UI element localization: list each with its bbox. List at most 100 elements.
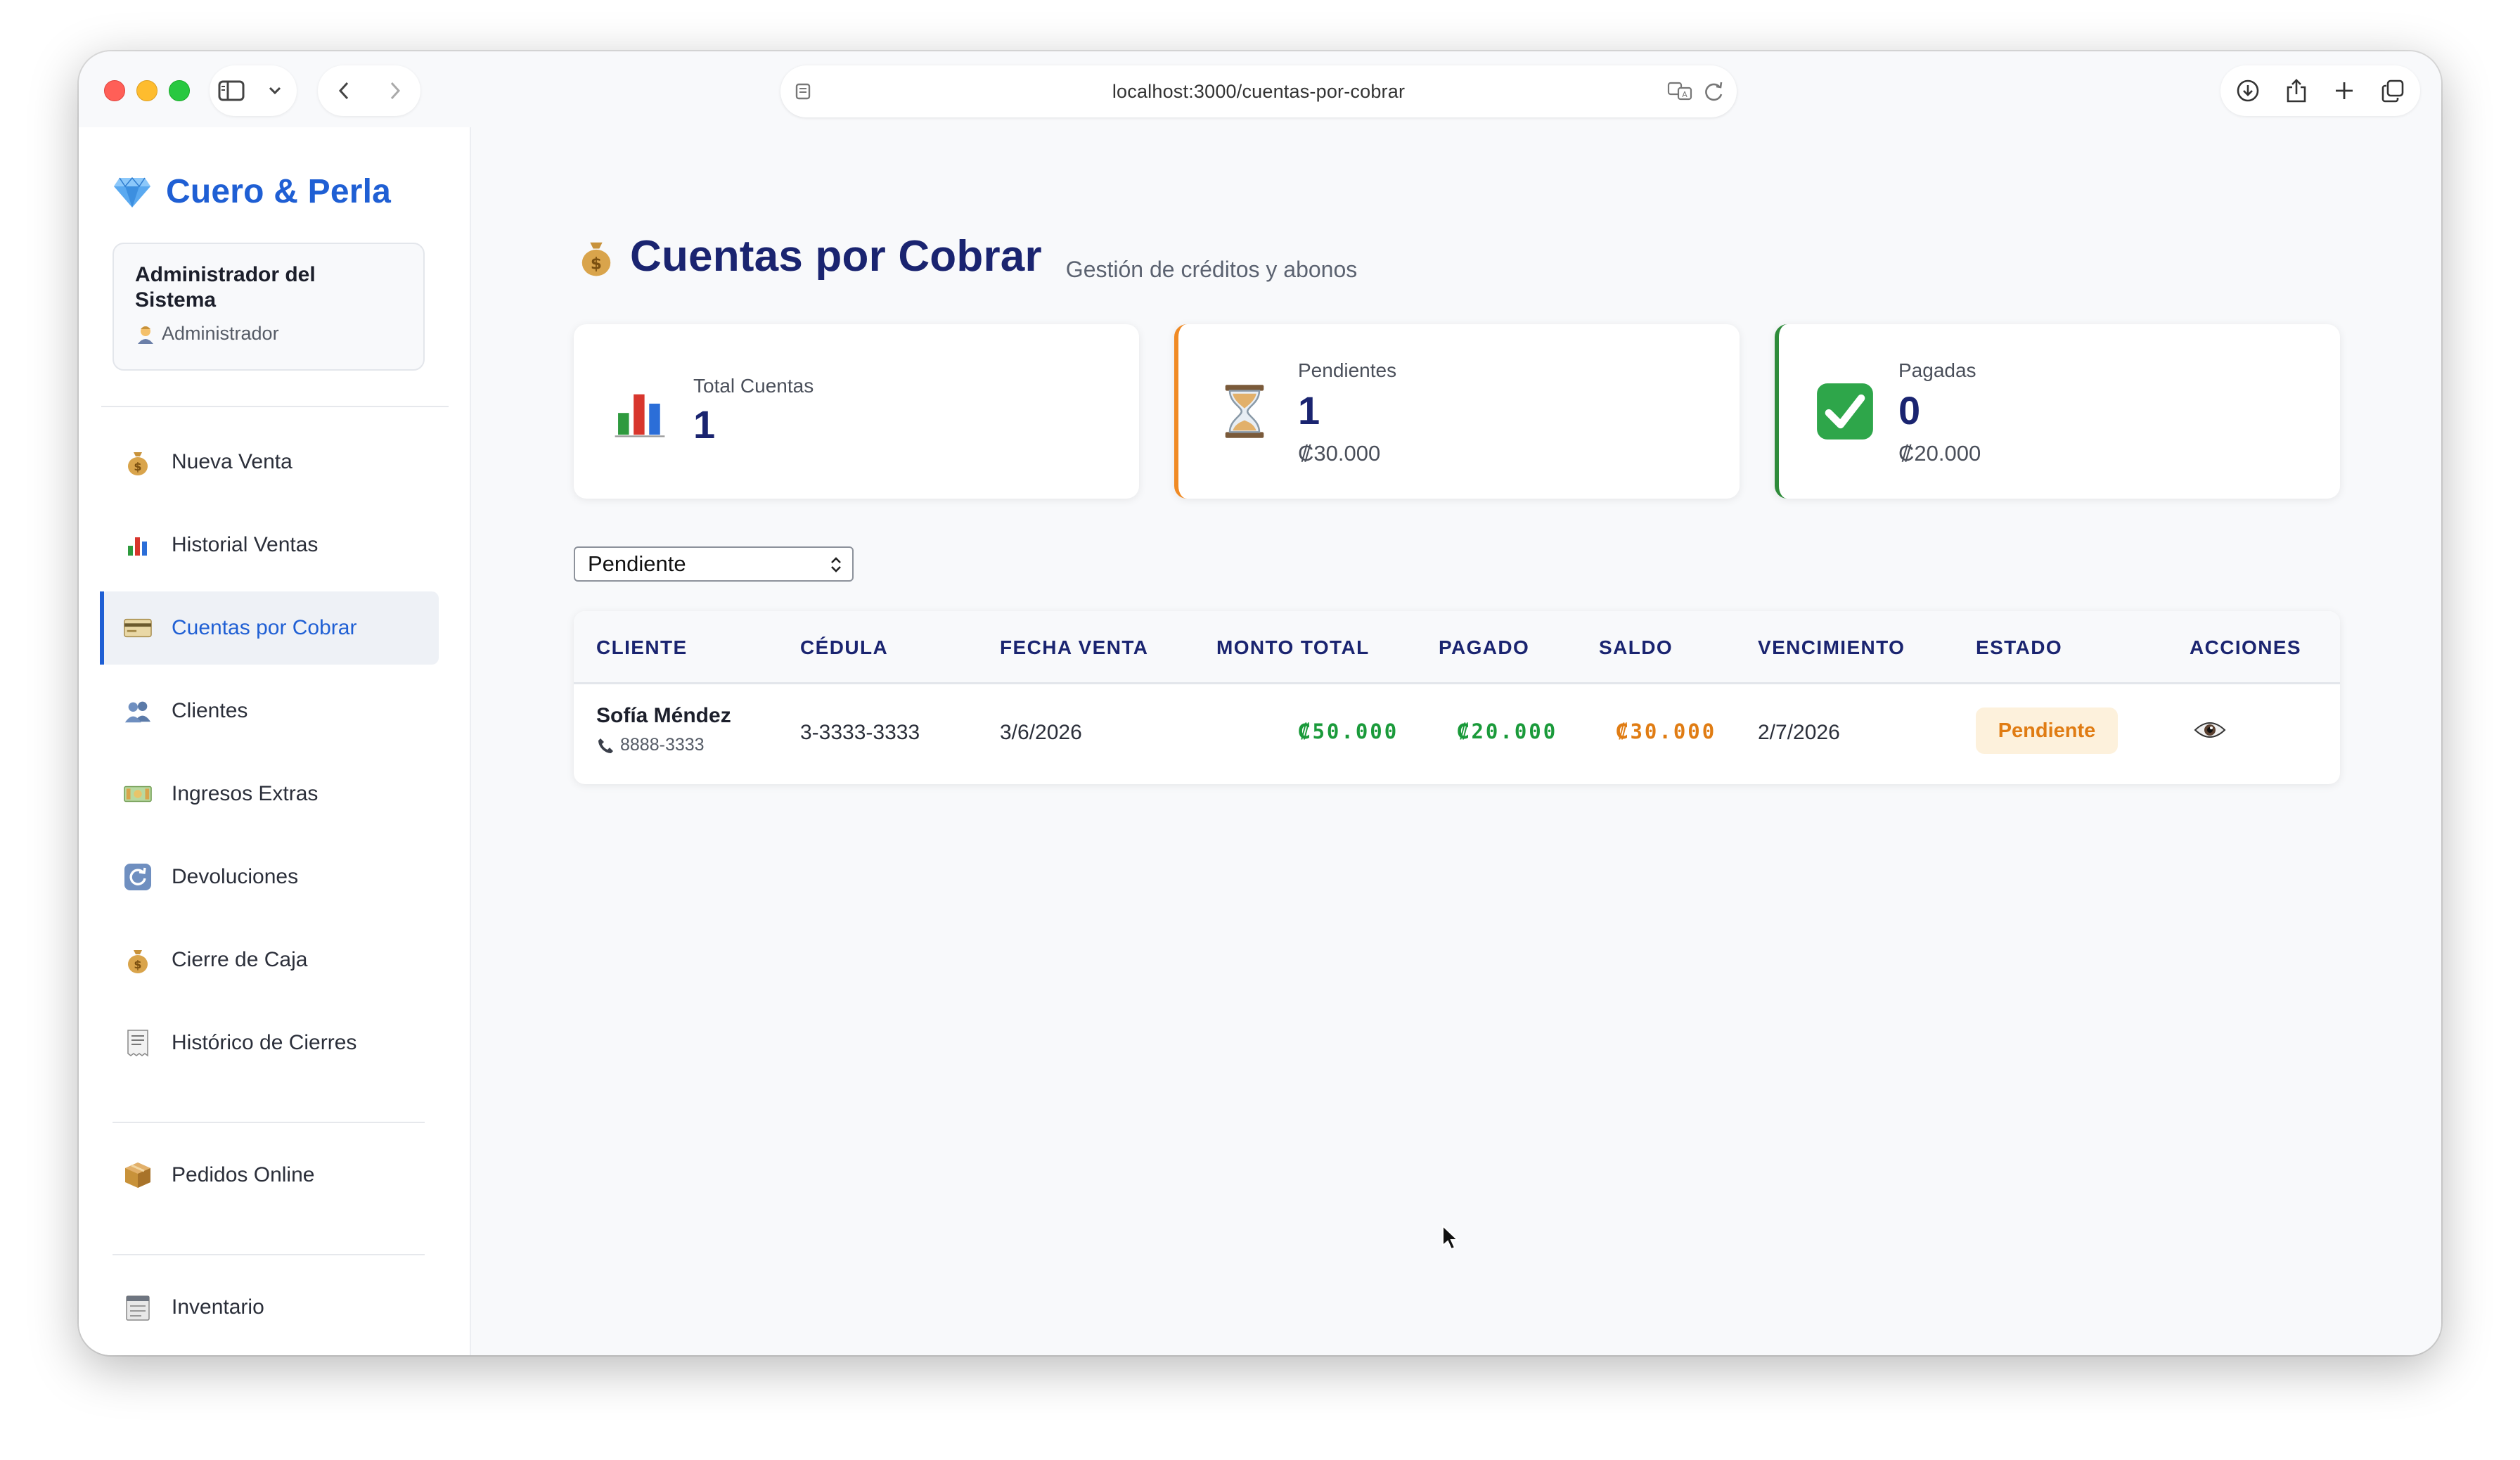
translate-icon[interactable]: A (1666, 79, 1695, 104)
credit-card-icon (124, 614, 152, 642)
column-header-acciones: ACCIONES (2190, 636, 2301, 658)
brand[interactable]: Cuero & Perla (112, 172, 391, 211)
page-header: $ Cuentas por Cobrar Gestión de créditos… (578, 231, 1357, 283)
sidebar-divider (101, 406, 449, 407)
sidebar-item-pedidos-online[interactable]: Pedidos Online (100, 1139, 439, 1212)
stat-amount: ₡30.000 (1298, 441, 1381, 466)
sidebar-item-clientes[interactable]: Clientes (100, 674, 439, 748)
stat-card-pagadas: Pagadas 0 ₡20.000 (1775, 324, 2340, 499)
tabs-icon (2381, 79, 2404, 103)
column-header-vencimiento: VENCIMIENTO (1758, 636, 1905, 658)
user-card: Administrador del Sistema Administrador (112, 243, 425, 371)
sidebar-item-cierre-de-caja[interactable]: $ Cierre de Caja (100, 923, 439, 997)
close-window-button[interactable] (104, 80, 125, 101)
back-button[interactable] (323, 70, 365, 112)
chevron-down-icon (269, 87, 281, 95)
sidebar-item-label: Histórico de Cierres (172, 1031, 357, 1054)
due-date: 2/7/2026 (1758, 721, 1840, 744)
svg-text:$: $ (134, 958, 141, 971)
column-header-pagado: PAGADO (1439, 636, 1530, 658)
reload-icon[interactable] (1702, 79, 1725, 104)
client-phone-number: 8888-3333 (620, 735, 705, 755)
phone-icon (598, 738, 613, 753)
chevron-left-icon (338, 82, 348, 100)
status-filter-select[interactable]: Pendiente (574, 546, 854, 582)
history-nav-group (318, 65, 420, 116)
chevron-right-icon (390, 82, 400, 100)
stat-card-total: Total Cuentas 1 (574, 324, 1139, 499)
sidebar-item-label: Inventario (172, 1295, 264, 1319)
sidebar: Cuero & Perla Administrador del Sistema … (79, 127, 471, 1355)
sidebar-item-ingresos-extras[interactable]: Ingresos Extras (100, 757, 439, 831)
sidebar-item-historial-ventas[interactable]: Historial Ventas (100, 508, 439, 582)
sidebar-item-cuentas-por-cobrar[interactable]: Cuentas por Cobrar (100, 591, 439, 665)
gem-icon (114, 177, 150, 207)
url-text: localhost:3000/cuentas-por-cobrar (1112, 81, 1406, 102)
sidebar-item-label: Ingresos Extras (172, 782, 319, 805)
address-bar[interactable]: localhost:3000/cuentas-por-cobrar A (780, 65, 1737, 117)
sidebar-item-label: Nueva Venta (172, 450, 292, 473)
share-button[interactable] (2275, 70, 2318, 112)
browser-actions-group (2220, 65, 2420, 116)
tab-overview-button[interactable] (2372, 70, 2414, 112)
user-role: Administrador (135, 323, 402, 345)
stat-amount: ₡20.000 (1898, 441, 1981, 466)
sidebar-item-historico-de-cierres[interactable]: Histórico de Cierres (100, 1006, 439, 1080)
sidebar-item-nueva-venta[interactable]: $ Nueva Venta (100, 425, 439, 499)
bar-chart-icon (610, 382, 669, 441)
column-header-monto-total: MONTO TOTAL (1216, 636, 1370, 658)
eye-icon (2194, 722, 2226, 738)
brand-name: Cuero & Perla (166, 173, 392, 210)
users-icon (124, 697, 152, 725)
forward-button[interactable] (374, 70, 416, 112)
browser-toolbar: localhost:3000/cuentas-por-cobrar A (79, 51, 2441, 127)
column-header-saldo: SALDO (1599, 636, 1673, 658)
refresh-icon (124, 863, 152, 891)
sidebar-icon (218, 80, 245, 101)
status-badge: Pendiente (1976, 707, 2118, 754)
client-cedula: 3-3333-3333 (800, 721, 920, 744)
new-tab-button[interactable] (2323, 70, 2365, 112)
select-arrows-icon (831, 557, 841, 572)
minimize-window-button[interactable] (136, 80, 158, 101)
download-icon (2237, 79, 2259, 102)
sidebar-divider (112, 1122, 425, 1123)
share-icon (2287, 79, 2306, 103)
check-mark-icon (1815, 382, 1875, 441)
mouse-cursor-icon (1442, 1224, 1460, 1250)
browser-window: localhost:3000/cuentas-por-cobrar A Cuer… (79, 51, 2441, 1355)
stat-value: 1 (693, 402, 716, 447)
downloads-button[interactable] (2227, 70, 2269, 112)
user-role-label: Administrador (162, 323, 279, 344)
sale-date: 3/6/2026 (1000, 721, 1082, 744)
stat-label: Total Cuentas (693, 375, 814, 397)
accounts-table: CLIENTE CÉDULA FECHA VENTA MONTO TOTAL P… (574, 611, 2340, 784)
money-bag-icon: $ (124, 448, 152, 476)
sidebar-item-label: Clientes (172, 699, 248, 722)
sidebar-item-label: Historial Ventas (172, 533, 319, 556)
sidebar-toggle-button[interactable] (210, 70, 252, 112)
plus-icon (2336, 82, 2353, 99)
sidebar-item-label: Pedidos Online (172, 1163, 315, 1186)
column-header-cedula: CÉDULA (800, 636, 889, 658)
desktop: localhost:3000/cuentas-por-cobrar A Cuer… (0, 0, 2520, 1460)
stat-label: Pendientes (1298, 359, 1397, 381)
page-subtitle: Gestión de créditos y abonos (1065, 256, 1358, 282)
tab-overview-dropdown[interactable] (254, 70, 296, 112)
stat-value: 0 (1898, 388, 1921, 433)
column-header-fecha-venta: FECHA VENTA (1000, 636, 1149, 658)
sidebar-item-label: Cierre de Caja (172, 948, 308, 971)
status-filter-value: Pendiente (588, 551, 686, 576)
sidebar-item-devoluciones[interactable]: Devoluciones (100, 840, 439, 914)
main-content: $ Cuentas por Cobrar Gestión de créditos… (471, 127, 2441, 1355)
view-details-button[interactable] (2192, 712, 2228, 748)
maximize-window-button[interactable] (169, 80, 190, 101)
balance-amount: ₡30.000 (1616, 719, 1717, 743)
sidebar-item-inventario[interactable]: Inventario (100, 1271, 439, 1344)
table-header: CLIENTE CÉDULA FECHA VENTA MONTO TOTAL P… (574, 611, 2340, 684)
svg-text:A: A (1682, 90, 1688, 99)
hourglass-icon (1215, 382, 1274, 441)
user-name: Administrador del Sistema (135, 263, 316, 312)
sidebar-item-label: Cuentas por Cobrar (172, 616, 357, 639)
paid-amount: ₡20.000 (1457, 719, 1558, 743)
